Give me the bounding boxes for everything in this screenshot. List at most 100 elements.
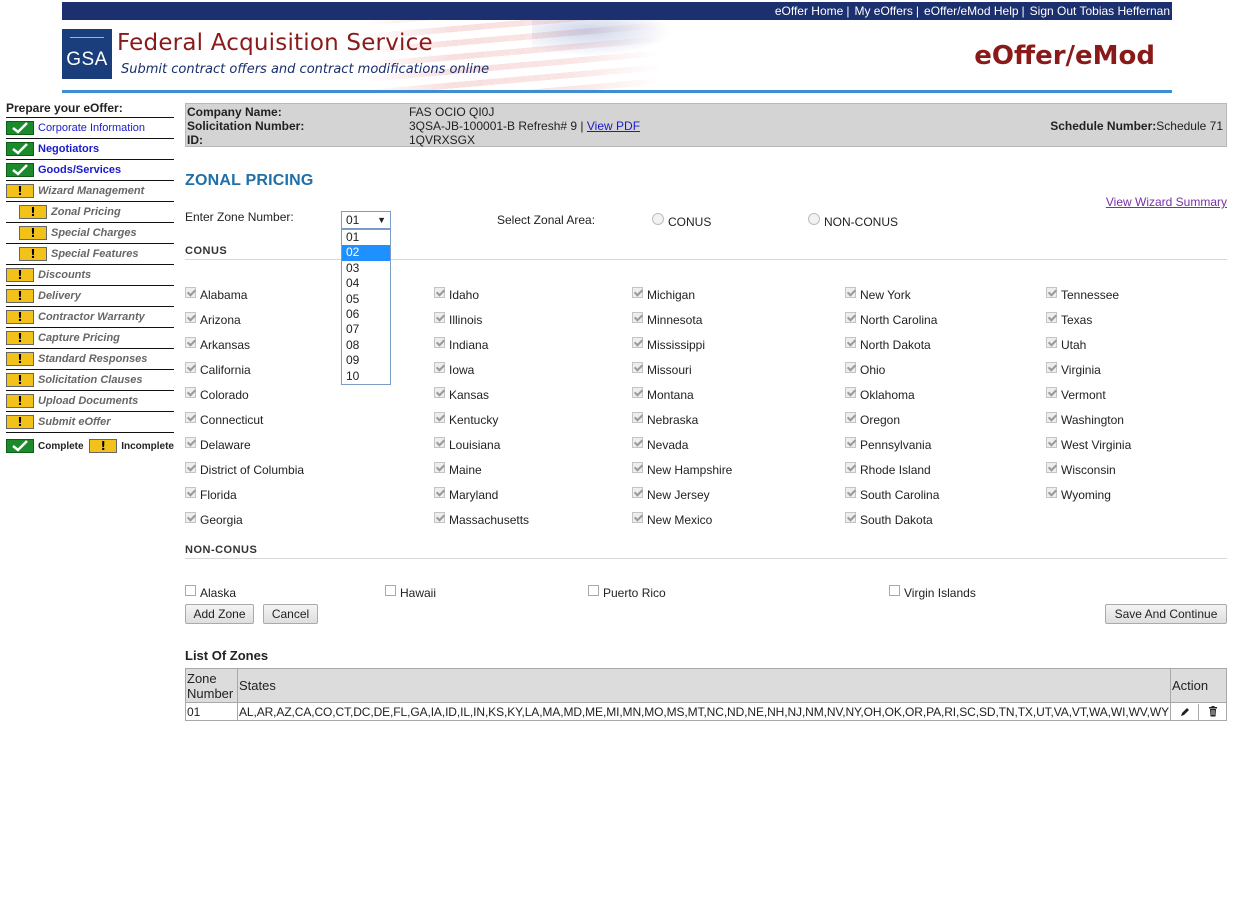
state-checkbox-alabama[interactable]: Alabama bbox=[185, 285, 247, 302]
view-wizard-summary-link[interactable]: View Wizard Summary bbox=[1106, 195, 1227, 209]
checkbox-unchecked-icon[interactable] bbox=[185, 584, 196, 596]
checkbox-checked-icon[interactable] bbox=[1046, 361, 1057, 373]
sidebar-item-goods-services[interactable]: Goods/Services bbox=[6, 160, 174, 181]
sidebar-item-upload-documents[interactable]: ! Upload Documents bbox=[6, 391, 174, 412]
checkbox-checked-icon[interactable] bbox=[185, 361, 196, 373]
state-checkbox-nevada[interactable]: Nevada bbox=[632, 435, 688, 452]
sidebar-item-standard-responses[interactable]: ! Standard Responses bbox=[6, 349, 174, 370]
area-checkbox-alaska[interactable]: Alaska bbox=[185, 583, 236, 600]
checkbox-checked-icon[interactable] bbox=[434, 411, 445, 423]
checkbox-checked-icon[interactable] bbox=[1046, 336, 1057, 348]
sidebar-item-special-features[interactable]: ! Special Features bbox=[6, 244, 174, 265]
state-checkbox-oklahoma[interactable]: Oklahoma bbox=[845, 385, 915, 402]
gsa-logo[interactable]: GSA bbox=[62, 29, 112, 79]
state-checkbox-georgia[interactable]: Georgia bbox=[185, 510, 243, 527]
checkbox-checked-icon[interactable] bbox=[632, 361, 643, 373]
delete-icon[interactable] bbox=[1199, 704, 1226, 720]
state-checkbox-rhode-island[interactable]: Rhode Island bbox=[845, 460, 931, 477]
checkbox-checked-icon[interactable] bbox=[632, 286, 643, 298]
checkbox-unchecked-icon[interactable] bbox=[588, 584, 599, 596]
checkbox-checked-icon[interactable] bbox=[845, 361, 856, 373]
sidebar-item-discounts[interactable]: ! Discounts bbox=[6, 265, 174, 286]
radio-circle-icon[interactable] bbox=[652, 213, 664, 225]
checkbox-checked-icon[interactable] bbox=[185, 311, 196, 323]
checkbox-checked-icon[interactable] bbox=[185, 486, 196, 498]
add-zone-button[interactable]: Add Zone bbox=[185, 604, 254, 624]
checkbox-checked-icon[interactable] bbox=[1046, 386, 1057, 398]
state-checkbox-arizona[interactable]: Arizona bbox=[185, 310, 241, 327]
state-checkbox-north-carolina[interactable]: North Carolina bbox=[845, 310, 937, 327]
checkbox-checked-icon[interactable] bbox=[632, 436, 643, 448]
radio-circle-icon[interactable] bbox=[808, 213, 820, 225]
sidebar-item-capture-pricing[interactable]: ! Capture Pricing bbox=[6, 328, 174, 349]
checkbox-checked-icon[interactable] bbox=[434, 336, 445, 348]
sidebar-item-negotiators[interactable]: Negotiators bbox=[6, 139, 174, 160]
radio-conus[interactable]: CONUS bbox=[652, 212, 711, 229]
state-checkbox-michigan[interactable]: Michigan bbox=[632, 285, 695, 302]
checkbox-checked-icon[interactable] bbox=[1046, 411, 1057, 423]
checkbox-checked-icon[interactable] bbox=[185, 336, 196, 348]
checkbox-checked-icon[interactable] bbox=[434, 436, 445, 448]
radio-nonconus[interactable]: NON-CONUS bbox=[808, 212, 898, 229]
edit-icon[interactable] bbox=[1172, 703, 1199, 720]
state-checkbox-new-jersey[interactable]: New Jersey bbox=[632, 485, 710, 502]
zone-number-select[interactable]: 01 ▼ bbox=[341, 211, 391, 229]
checkbox-checked-icon[interactable] bbox=[845, 311, 856, 323]
state-checkbox-idaho[interactable]: Idaho bbox=[434, 285, 479, 302]
checkbox-checked-icon[interactable] bbox=[632, 461, 643, 473]
sidebar-item-zonal-pricing[interactable]: ! Zonal Pricing bbox=[6, 202, 174, 223]
state-checkbox-texas[interactable]: Texas bbox=[1046, 310, 1092, 327]
state-checkbox-new-mexico[interactable]: New Mexico bbox=[632, 510, 712, 527]
zone-option[interactable]: 04 bbox=[342, 276, 390, 291]
state-checkbox-virginia[interactable]: Virginia bbox=[1046, 360, 1101, 377]
checkbox-checked-icon[interactable] bbox=[632, 511, 643, 523]
checkbox-checked-icon[interactable] bbox=[845, 511, 856, 523]
state-checkbox-pennsylvania[interactable]: Pennsylvania bbox=[845, 435, 931, 452]
state-checkbox-west-virginia[interactable]: West Virginia bbox=[1046, 435, 1131, 452]
area-checkbox-virgin-islands[interactable]: Virgin Islands bbox=[889, 583, 976, 600]
state-checkbox-missouri[interactable]: Missouri bbox=[632, 360, 692, 377]
checkbox-checked-icon[interactable] bbox=[845, 286, 856, 298]
checkbox-checked-icon[interactable] bbox=[434, 386, 445, 398]
state-checkbox-wisconsin[interactable]: Wisconsin bbox=[1046, 460, 1116, 477]
checkbox-checked-icon[interactable] bbox=[434, 486, 445, 498]
state-checkbox-nebraska[interactable]: Nebraska bbox=[632, 410, 698, 427]
nav-link-eoffer-home[interactable]: eOffer Home bbox=[775, 4, 843, 18]
state-checkbox-colorado[interactable]: Colorado bbox=[185, 385, 249, 402]
checkbox-checked-icon[interactable] bbox=[185, 286, 196, 298]
state-checkbox-indiana[interactable]: Indiana bbox=[434, 335, 488, 352]
checkbox-checked-icon[interactable] bbox=[185, 436, 196, 448]
checkbox-checked-icon[interactable] bbox=[845, 436, 856, 448]
sidebar-item-solicitation-clauses[interactable]: ! Solicitation Clauses bbox=[6, 370, 174, 391]
state-checkbox-wyoming[interactable]: Wyoming bbox=[1046, 485, 1111, 502]
state-checkbox-louisiana[interactable]: Louisiana bbox=[434, 435, 500, 452]
nav-link-sign-out[interactable]: Sign Out Tobias Heffernan bbox=[1030, 4, 1170, 18]
state-checkbox-california[interactable]: California bbox=[185, 360, 251, 377]
nav-link-help[interactable]: eOffer/eMod Help bbox=[924, 4, 1019, 18]
checkbox-checked-icon[interactable] bbox=[185, 411, 196, 423]
state-checkbox-montana[interactable]: Montana bbox=[632, 385, 694, 402]
state-checkbox-connecticut[interactable]: Connecticut bbox=[185, 410, 263, 427]
state-checkbox-district-of-columbia[interactable]: District of Columbia bbox=[185, 460, 304, 477]
state-checkbox-maine[interactable]: Maine bbox=[434, 460, 482, 477]
checkbox-checked-icon[interactable] bbox=[845, 486, 856, 498]
checkbox-checked-icon[interactable] bbox=[434, 286, 445, 298]
state-checkbox-new-york[interactable]: New York bbox=[845, 285, 911, 302]
sidebar-item-corporate-information[interactable]: Corporate Information bbox=[6, 118, 174, 139]
state-checkbox-delaware[interactable]: Delaware bbox=[185, 435, 251, 452]
state-checkbox-arkansas[interactable]: Arkansas bbox=[185, 335, 250, 352]
zone-option[interactable]: 07 bbox=[342, 322, 390, 337]
state-checkbox-tennessee[interactable]: Tennessee bbox=[1046, 285, 1119, 302]
state-checkbox-oregon[interactable]: Oregon bbox=[845, 410, 900, 427]
state-checkbox-kansas[interactable]: Kansas bbox=[434, 385, 489, 402]
sidebar-item-special-charges[interactable]: ! Special Charges bbox=[6, 223, 174, 244]
checkbox-checked-icon[interactable] bbox=[845, 386, 856, 398]
cancel-button[interactable]: Cancel bbox=[263, 604, 318, 624]
state-checkbox-kentucky[interactable]: Kentucky bbox=[434, 410, 498, 427]
state-checkbox-mississippi[interactable]: Mississippi bbox=[632, 335, 705, 352]
checkbox-checked-icon[interactable] bbox=[632, 336, 643, 348]
state-checkbox-south-carolina[interactable]: South Carolina bbox=[845, 485, 939, 502]
sidebar-item-delivery[interactable]: ! Delivery bbox=[6, 286, 174, 307]
checkbox-checked-icon[interactable] bbox=[1046, 461, 1057, 473]
checkbox-checked-icon[interactable] bbox=[1046, 311, 1057, 323]
